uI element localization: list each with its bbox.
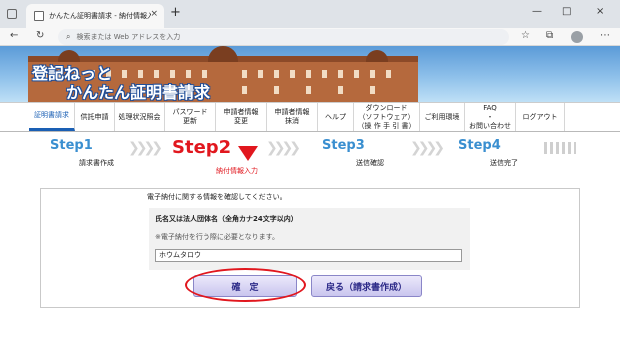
menu-applicant-delete[interactable]: 申請者情報 抹消 [267, 103, 318, 131]
step-chevrons: ❯❯❯❯ [410, 140, 445, 156]
search-icon: ⌕ [66, 32, 71, 41]
menu-deposit-application[interactable]: 供託申請 [75, 103, 115, 131]
menu-logout[interactable]: ログアウト [516, 103, 565, 131]
new-tab-icon[interactable]: + [170, 6, 181, 20]
step-chevrons: ❯❯❯❯ [128, 140, 163, 156]
menu-environment[interactable]: ご利用環境 [420, 103, 465, 131]
browser-toolbar: ← ↻ ⌕ 検索または Web アドレスを入力 ☆ ⧉ ⋯ [0, 28, 620, 46]
collections-icon[interactable]: ⧉ [546, 30, 553, 42]
address-placeholder: 検索または Web アドレスを入力 [76, 33, 181, 41]
site-logo-line2: かんたん証明書請求 [66, 83, 211, 102]
menu-download[interactable]: ダウンロード （ソフトウェア） （操 作 手 引 書） [354, 103, 420, 131]
name-field-label: 氏名又は法人団体名（全角カナ24文字以内） [155, 215, 298, 223]
step3-label: 送信確認 [356, 159, 384, 167]
form-intro-text: 電子納付に関する情報を確認してください。 [147, 193, 287, 201]
step-end-bars [544, 142, 576, 154]
back-icon[interactable]: ← [10, 30, 18, 42]
reload-icon[interactable]: ↻ [36, 30, 44, 42]
address-bar[interactable]: ⌕ 検索または Web アドレスを入力 [58, 29, 509, 45]
step4-label: 送信完了 [490, 159, 518, 167]
step1-title: Step1 [50, 138, 93, 153]
tab-title: かんたん証明書請求 - 納付情報入 [49, 12, 151, 20]
menu-password-update[interactable]: パスワード 更新 [165, 103, 216, 131]
browser-menu-icon[interactable]: ⋯ [600, 30, 610, 42]
maximize-icon[interactable]: □ [562, 6, 571, 18]
step4-title: Step4 [458, 138, 501, 153]
favorites-icon[interactable]: ☆ [521, 30, 530, 42]
step-chevrons: ❯❯❯❯ [266, 140, 301, 156]
menu-help[interactable]: ヘルプ [318, 103, 354, 131]
menu-applicant-change[interactable]: 申請者情報 変更 [216, 103, 267, 131]
menu-certificate-request[interactable]: 証明書請求 [29, 103, 75, 131]
step2-label: 納付情報入力 [216, 167, 258, 175]
web-page: 登記ねっと かんたん証明書請求 証明書請求 供託申請 処理状況照会 パスワード … [0, 46, 620, 357]
site-banner: 登記ねっと かんたん証明書請求 [0, 46, 620, 102]
back-to-request-button[interactable]: 戻る（請求書作成） [311, 275, 422, 297]
name-kana-input[interactable]: ホウムタロウ [155, 249, 462, 262]
window-close-icon[interactable]: × [596, 6, 604, 18]
minimize-icon[interactable]: — [532, 6, 542, 18]
menu-faq-contact[interactable]: FAQ ・ お問い合わせ [465, 103, 516, 131]
menu-status-inquiry[interactable]: 処理状況照会 [115, 103, 165, 131]
page-favicon-icon [34, 11, 44, 21]
browser-tab[interactable]: かんたん証明書請求 - 納付情報入 × [26, 4, 164, 28]
tab-actions-icon[interactable] [7, 9, 17, 19]
step2-title: Step2 [172, 137, 232, 158]
step1-label: 請求書作成 [79, 159, 114, 167]
highlight-ellipse [185, 268, 306, 302]
tab-close-icon[interactable]: × [150, 9, 158, 19]
browser-tab-strip: かんたん証明書請求 - 納付情報入 × + — □ × [0, 0, 620, 28]
step3-title: Step3 [322, 138, 365, 153]
name-field-note: ※電子納付を行う際に必要となります。 [155, 233, 279, 241]
current-step-arrow-icon [238, 146, 258, 161]
profile-avatar-icon[interactable] [571, 31, 583, 43]
main-menu: 証明書請求 供託申請 処理状況照会 パスワード 更新 申請者情報 変更 申請者情… [0, 102, 620, 132]
